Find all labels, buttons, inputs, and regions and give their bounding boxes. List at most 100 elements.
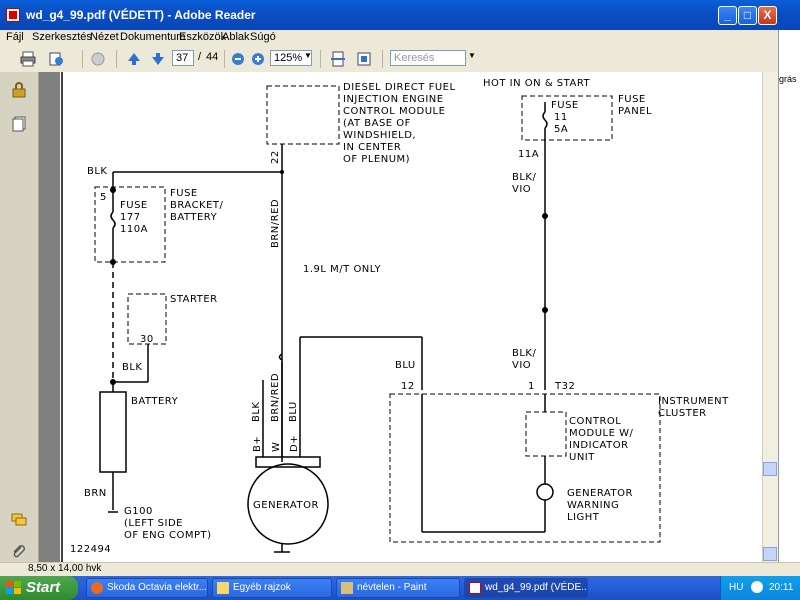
fuse-11-line-1: FUSE (551, 100, 579, 111)
menu-help[interactable]: Súgó (250, 31, 276, 43)
task-label: névtelen - Paint (357, 582, 427, 593)
toolbar: 37 / 44 125% ▼ Keresés ▼ (0, 46, 800, 73)
menu-document[interactable]: Dokumentum (120, 31, 185, 43)
fuse-11-line-3: 5A (554, 124, 568, 135)
next-page-icon[interactable] (150, 51, 166, 67)
control-module-line-4: UNIT (569, 452, 595, 463)
control-module-line-2: MODULE W/ (569, 428, 633, 439)
blk-vio-1-line-1: BLK/ (512, 172, 536, 183)
lock-icon[interactable] (11, 82, 27, 98)
fuse-177-line-2: 177 (120, 212, 141, 223)
gen-light-line-2: WARNING (567, 500, 619, 511)
figure-number: 122494 (70, 544, 111, 555)
background-window-strip: grás (778, 30, 800, 562)
paint-icon (341, 582, 353, 594)
previous-page-icon[interactable] (126, 51, 142, 67)
terminal-d-plus: D+ (289, 435, 300, 452)
instrument-cluster-line-1: INSTRUMENT (658, 396, 729, 407)
task-paint[interactable]: névtelen - Paint (336, 578, 460, 598)
print-icon[interactable] (20, 51, 36, 67)
menu-window[interactable]: Ablak (222, 31, 250, 43)
task-label: wd_g4_99.pdf (VÉDE... (485, 582, 588, 593)
g100-line-2: (LEFT SIDE (124, 518, 183, 529)
battery-label: BATTERY (131, 396, 179, 407)
blk-vio-1-line-2: VIO (512, 184, 531, 195)
terminal-w: W (271, 442, 282, 452)
page-total: 44 (206, 51, 219, 63)
toolbar-separator (224, 50, 225, 68)
fuse-177-pin: 5 (100, 192, 107, 203)
pdf-page[interactable]: DIESEL DIRECT FUEL INJECTION ENGINE CONT… (60, 72, 772, 562)
fuse-11-line-2: 11 (554, 112, 568, 123)
control-module-line-3: INDICATOR (569, 440, 629, 451)
fuse-177-line-1: FUSE (120, 200, 148, 211)
start-label: Start (26, 579, 61, 596)
fit-width-icon[interactable] (330, 51, 346, 67)
gen-light-line-3: LIGHT (567, 512, 600, 523)
page-size-label: 8,50 x 14,00 hvk (28, 563, 102, 574)
pin-1: 1 (528, 381, 535, 392)
menu-view[interactable]: Nézet (90, 31, 119, 43)
search-input[interactable]: Keresés (390, 50, 466, 66)
vertical-scrollbar[interactable] (762, 72, 779, 562)
menu-tools[interactable]: Eszközök (179, 31, 226, 43)
title-bar[interactable]: wd_g4_99.pdf (VÉDETT) - Adobe Reader _ □… (0, 0, 800, 30)
pin-30: 30 (140, 334, 154, 345)
attachments-icon[interactable] (11, 544, 27, 560)
toolbar-separator (82, 50, 83, 68)
zoom-dropdown-icon[interactable]: ▼ (304, 51, 312, 60)
background-window-text: grás (779, 74, 797, 84)
firefox-icon (91, 582, 103, 594)
fuse-panel-line-1: FUSE (618, 94, 646, 105)
start-button[interactable]: Start (0, 576, 78, 600)
zoom-out-icon[interactable] (230, 51, 246, 67)
fuse-bracket-line-3: BATTERY (170, 212, 218, 223)
share-icon[interactable] (48, 51, 64, 67)
menu-edit[interactable]: Szerkesztés (32, 31, 92, 43)
starter-label: STARTER (170, 294, 218, 305)
toolbar-separator (116, 50, 117, 68)
maximize-button[interactable]: □ (738, 6, 757, 25)
task-label: Skoda Octavia elektr... (107, 582, 208, 593)
blk-vio-lower-line-2: VIO (512, 360, 531, 371)
g100-line-1: G100 (124, 506, 153, 517)
page-number-input[interactable]: 37 (172, 50, 194, 66)
generator-label: GENERATOR (253, 500, 319, 511)
scroll-up-button[interactable] (763, 462, 777, 476)
task-egyeb-rajzok[interactable]: Egyéb rajzok (212, 578, 332, 598)
blu-gen-label: BLU (288, 401, 299, 422)
fuse-bracket-line-1: FUSE (170, 188, 198, 199)
scroll-down-button[interactable] (763, 547, 777, 561)
hot-in-label: HOT IN ON & START (483, 78, 591, 89)
menu-file[interactable]: Fájl (6, 31, 24, 43)
search-dropdown-icon[interactable]: ▼ (468, 51, 476, 60)
navigation-panel (0, 72, 39, 562)
brn-red-2-label: BRN/RED (270, 373, 281, 422)
task-skoda[interactable]: Skoda Octavia elektr... (86, 578, 208, 598)
t32-label: T32 (554, 381, 575, 392)
blk-mid-label: BLK (122, 362, 143, 373)
blu-right-label: BLU (395, 360, 416, 371)
pin-11a: 11A (518, 149, 539, 160)
diesel-module-line-1: DIESEL DIRECT FUEL (343, 82, 456, 93)
zoom-in-icon[interactable] (250, 51, 266, 67)
tray-icon[interactable] (751, 581, 763, 593)
comments-icon[interactable] (11, 512, 27, 528)
brn-label: BRN (84, 488, 107, 499)
collaborate-icon[interactable] (90, 51, 106, 67)
status-bar: 8,50 x 14,00 hvk (0, 562, 800, 577)
blk-top-label: BLK (87, 166, 108, 177)
page-separator: / (198, 51, 202, 63)
clock[interactable]: 20:11 (769, 582, 793, 593)
task-pdf[interactable]: wd_g4_99.pdf (VÉDE... (464, 578, 588, 598)
pages-icon[interactable] (11, 116, 27, 132)
diesel-module-line-6: IN CENTER (343, 142, 401, 153)
folder-icon (217, 582, 229, 594)
system-tray: HU 20:11 (720, 576, 800, 600)
language-indicator[interactable]: HU (729, 582, 743, 593)
brn-red-1-label: BRN/RED (270, 199, 281, 248)
fit-page-icon[interactable] (356, 51, 372, 67)
close-button[interactable]: X (758, 6, 777, 25)
minimize-button[interactable]: _ (718, 6, 737, 25)
windows-logo-icon (6, 581, 21, 594)
